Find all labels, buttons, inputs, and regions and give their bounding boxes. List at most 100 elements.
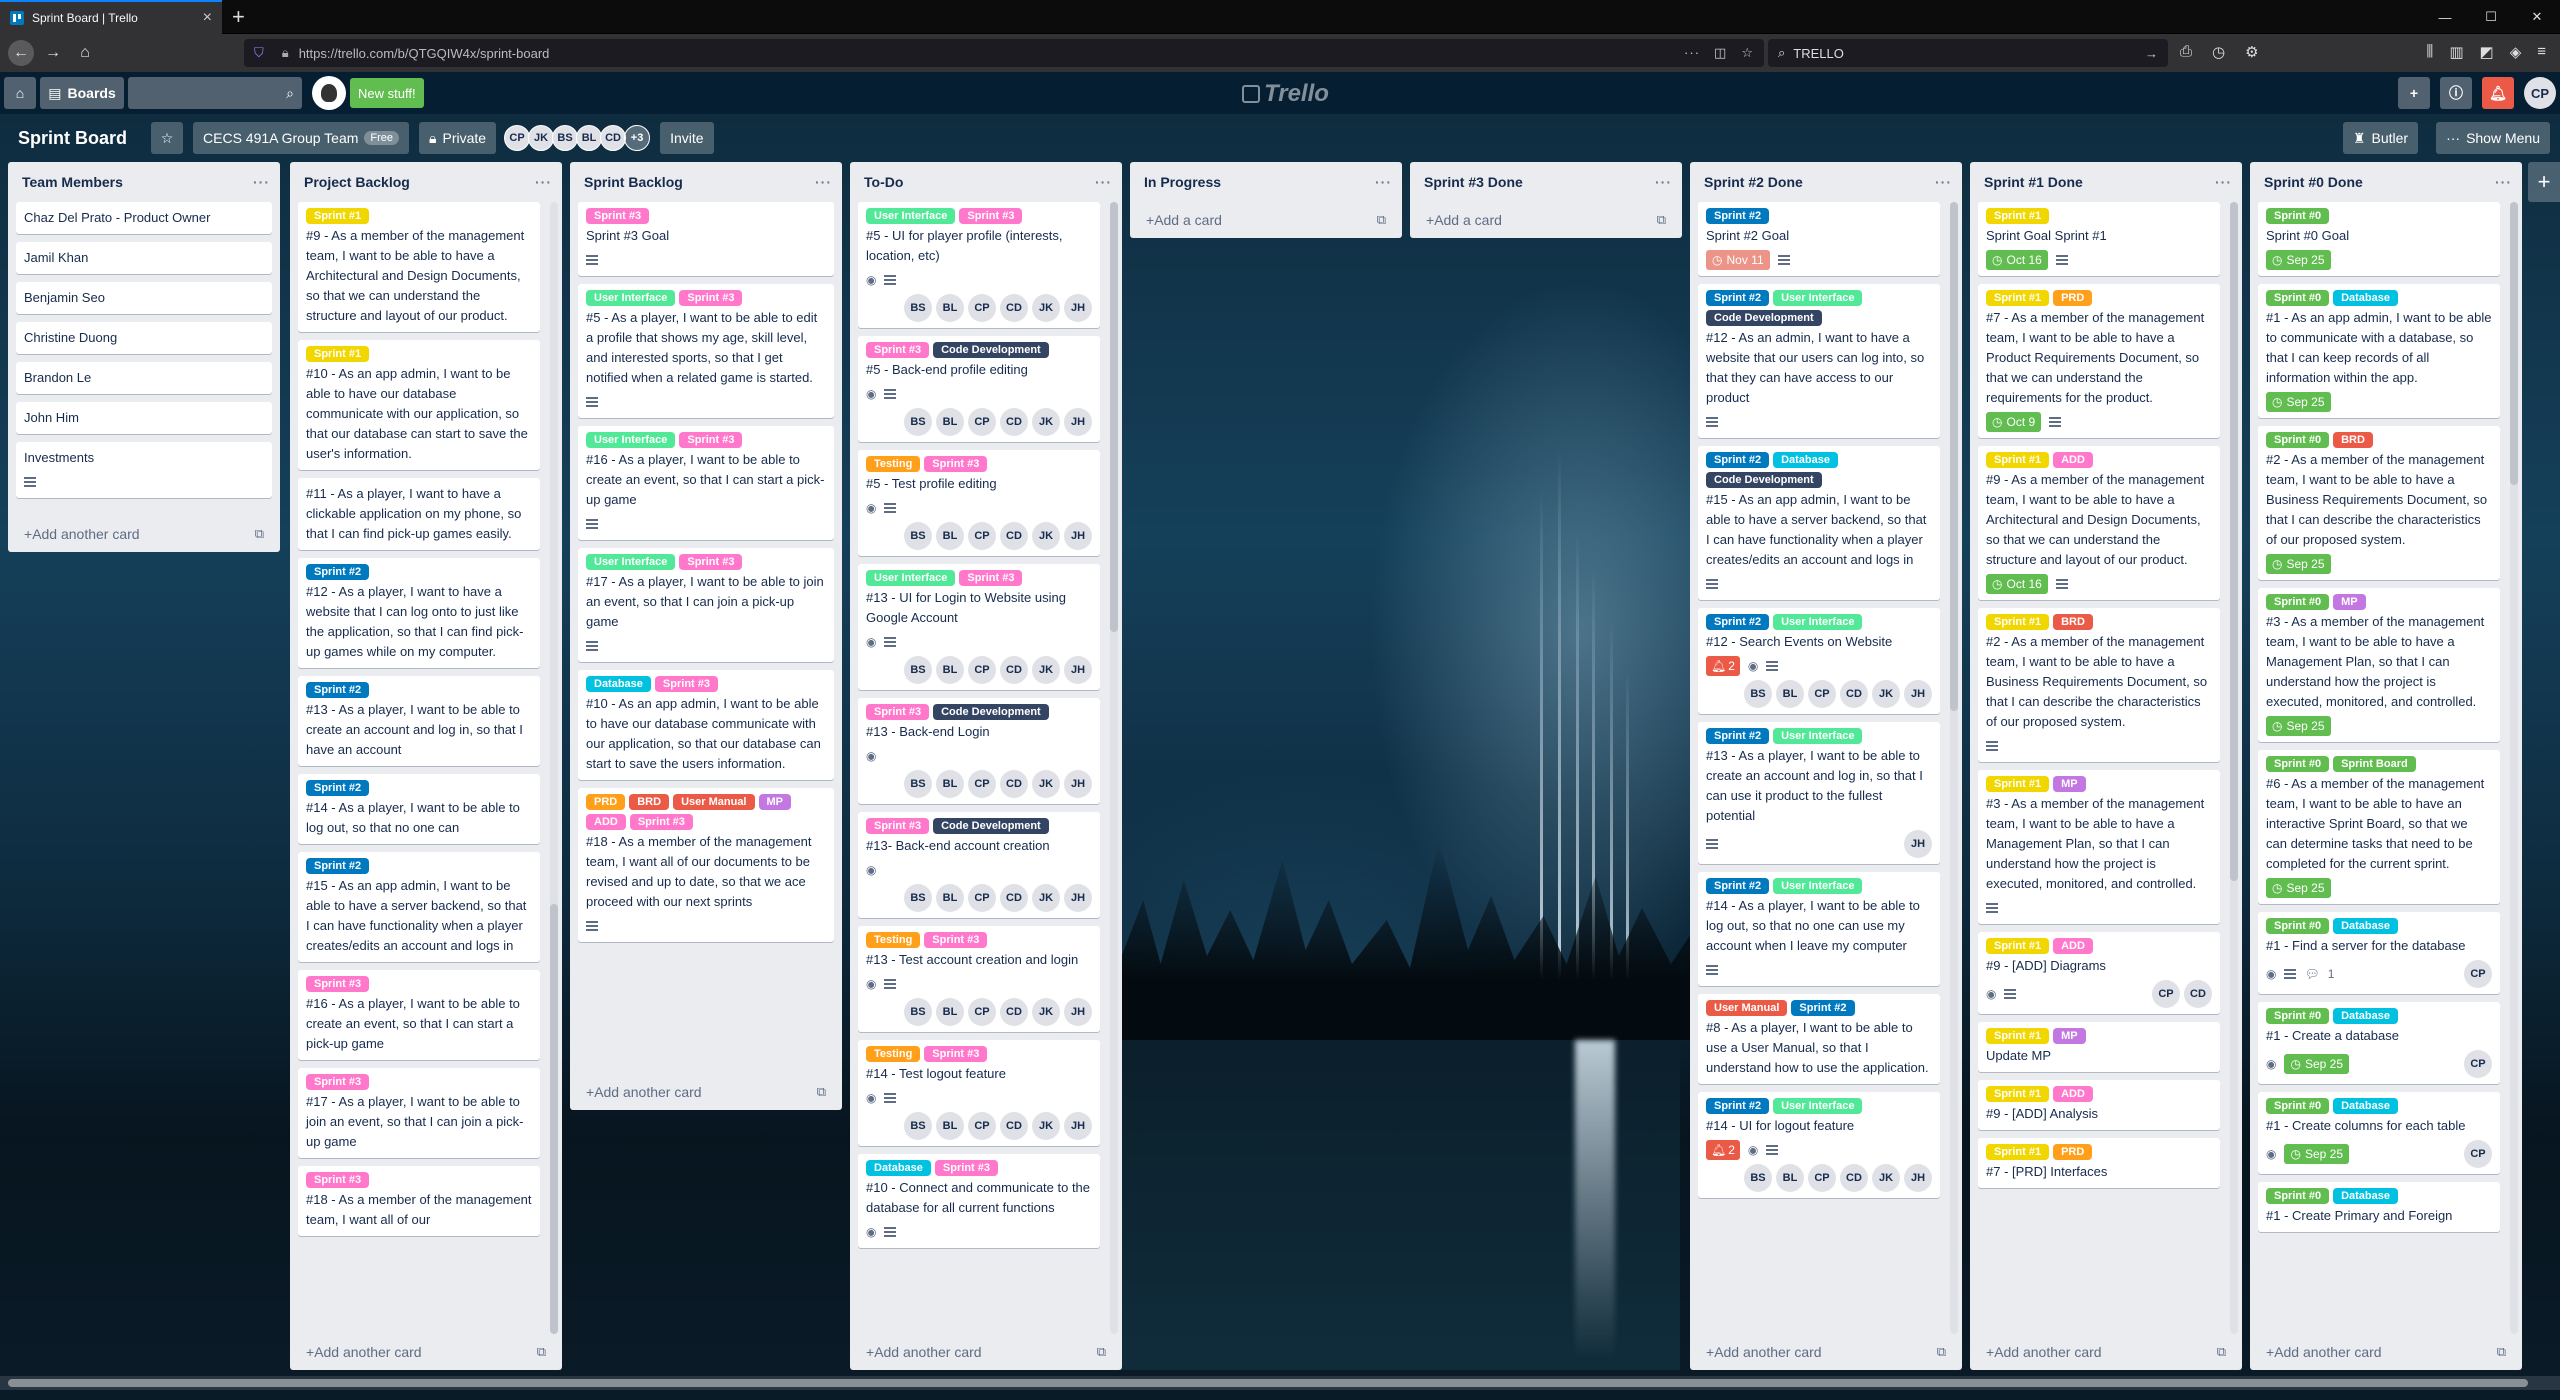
card[interactable]: Sprint #1 MP #3 - As a member of the manag… (1978, 770, 2220, 924)
list-scrollbar[interactable] (1950, 202, 1958, 1334)
list-scrollbar[interactable] (1110, 202, 1118, 1334)
card[interactable]: Sprint #3 #16 - As a player, I want to be… (298, 970, 540, 1060)
extension-icon[interactable]: ◩ (2480, 43, 2494, 61)
header-search-input[interactable]: ⌕ (128, 77, 302, 109)
tracking-shield-icon[interactable]: ⛉ (254, 45, 264, 61)
list-menu-icon[interactable]: ··· (1095, 174, 1112, 190)
card-label[interactable]: Sprint Board (2333, 756, 2416, 772)
card-label[interactable]: Sprint #0 (2266, 1188, 2330, 1204)
card[interactable]: Testing Sprint #3 #14 - Test logout featur… (858, 1040, 1100, 1146)
card-label[interactable]: User Manual (673, 794, 755, 810)
card-label[interactable]: BRD (2053, 614, 2093, 630)
bookmark-star-icon[interactable]: ☆ (1741, 45, 1754, 61)
card-label[interactable]: Sprint #2 (1706, 290, 1770, 306)
due-date-badge[interactable]: ◷ Sep 25 (2266, 392, 2331, 412)
card[interactable]: Christine Duong (16, 322, 272, 354)
home-icon[interactable]: ⌂ (72, 40, 98, 66)
card[interactable]: Sprint #0 Sprint Board #6 - As a member of… (2258, 750, 2500, 904)
team-button[interactable]: CECS 491A Group Team Free (193, 122, 410, 154)
card[interactable]: User Interface Sprint #3 #5 - UI for playe… (858, 202, 1100, 328)
card-label[interactable]: User Interface (586, 432, 676, 448)
card-label[interactable]: Sprint #0 (2266, 756, 2330, 772)
card-member-avatar[interactable]: JH (1904, 680, 1932, 708)
card-member-avatar[interactable]: JH (1064, 884, 1092, 912)
card-label[interactable]: User Interface (1773, 614, 1863, 630)
card-template-icon[interactable]: ⧉ (817, 1084, 826, 1100)
card-member-avatar[interactable]: CD (1000, 408, 1028, 436)
card-label[interactable]: BRD (629, 794, 670, 810)
card[interactable]: Sprint #1 #9 - As a member of the managem… (298, 202, 540, 332)
card-label[interactable]: Database (2333, 290, 2398, 306)
add-card-button[interactable]: + Add a card ⧉ (1410, 202, 1682, 238)
card-label[interactable]: Database (2333, 918, 2398, 934)
card[interactable]: Sprint #0 Database #1 - Create a database ◉… (2258, 1002, 2500, 1084)
card-label[interactable]: Sprint #3 (959, 208, 1023, 224)
list-menu-icon[interactable]: ··· (2495, 174, 2512, 190)
due-date-badge[interactable]: ◷ Sep 25 (2266, 250, 2331, 270)
card-label[interactable]: Sprint #0 (2266, 918, 2330, 934)
card-member-avatar[interactable]: CP (968, 884, 996, 912)
card-label[interactable]: Sprint #0 (2266, 594, 2330, 610)
card-label[interactable]: Sprint #0 (2266, 432, 2330, 448)
notifications-button[interactable]: 🔔︎ (2482, 77, 2514, 109)
card-member-avatar[interactable]: CP (968, 294, 996, 322)
home-button[interactable]: ⌂ (4, 77, 36, 109)
card-label[interactable]: User Interface (866, 208, 956, 224)
list-scrollbar[interactable] (2510, 202, 2518, 1334)
card-label[interactable]: Sprint #3 (866, 342, 930, 358)
card-label[interactable]: Sprint #2 (1706, 728, 1770, 744)
card-label[interactable]: Sprint #3 (934, 1160, 998, 1176)
card[interactable]: Testing Sprint #3 #5 - Test profile editin… (858, 450, 1100, 556)
member-avatar[interactable]: JK (528, 125, 555, 151)
card-label[interactable]: Sprint #2 (1791, 1000, 1855, 1016)
card[interactable]: Sprint #2 User Interface #14 - As a player… (1698, 872, 1940, 986)
card-member-avatar[interactable]: CP (2464, 960, 2492, 988)
new-tab-icon[interactable]: + (232, 4, 245, 30)
url-bar[interactable]: ⛉ 🔒︎ https://trello.com/b/QTGQIW4x/sprin… (244, 39, 1764, 67)
pocket-icon[interactable]: ◫ (1714, 45, 1727, 61)
card-member-avatar[interactable]: CD (1000, 884, 1028, 912)
card-template-icon[interactable]: ⧉ (1377, 212, 1386, 228)
board-title[interactable]: Sprint Board (10, 128, 135, 149)
card-member-avatar[interactable]: CD (1000, 522, 1028, 550)
page-actions-icon[interactable]: ··· (1684, 45, 1700, 61)
card-member-avatar[interactable]: BL (936, 770, 964, 798)
minimize-icon[interactable]: — (2422, 0, 2468, 34)
card[interactable]: Sprint #1 MP Update MP (1978, 1022, 2220, 1072)
card-member-avatar[interactable]: CP (968, 408, 996, 436)
card[interactable]: Sprint #1 ADD #9 - [ADD] Analysis (1978, 1080, 2220, 1130)
window-close-icon[interactable]: ✕ (2514, 0, 2560, 34)
card-member-avatar[interactable]: BS (904, 522, 932, 550)
card[interactable]: Sprint #0 BRD #2 - As a member of the mana… (2258, 426, 2500, 580)
card-label[interactable]: Database (2333, 1008, 2398, 1024)
card-member-avatar[interactable]: JH (1064, 408, 1092, 436)
card-label[interactable]: Sprint #0 (2266, 208, 2330, 224)
card-member-avatar[interactable]: CD (1840, 1164, 1868, 1192)
card-label[interactable]: User Interface (586, 290, 676, 306)
card-label[interactable]: Sprint #0 (2266, 290, 2330, 306)
card[interactable]: Database Sprint #3 #10 - Connect and commu… (858, 1154, 1100, 1248)
card-label[interactable]: ADD (586, 814, 626, 830)
list-menu-icon[interactable]: ··· (535, 174, 552, 190)
card-member-avatar[interactable]: JH (1904, 830, 1932, 858)
card-label[interactable]: Database (2333, 1188, 2398, 1204)
history-icon[interactable]: ◷ (2212, 43, 2225, 61)
more-members-badge[interactable]: +3 (624, 125, 651, 151)
card[interactable]: Sprint #2 Database Code Development #15 - A… (1698, 446, 1940, 600)
card-label[interactable]: ADD (2053, 452, 2093, 468)
card-label[interactable]: Sprint #3 (924, 1046, 988, 1062)
card[interactable]: Sprint #0 Database #1 - As an app admin, I… (2258, 284, 2500, 418)
card-label[interactable]: User Interface (866, 570, 956, 586)
add-card-button[interactable]: + Add another card ⧉ (2250, 1334, 2522, 1370)
card-label[interactable]: Testing (866, 456, 921, 472)
card-member-avatar[interactable]: JH (1064, 294, 1092, 322)
add-list-button[interactable]: + (2528, 162, 2560, 202)
card-template-icon[interactable]: ⧉ (255, 526, 264, 542)
card-label[interactable]: Testing (866, 932, 921, 948)
lock-icon[interactable]: 🔒︎ (282, 45, 289, 61)
card-member-avatar[interactable]: BL (936, 294, 964, 322)
card[interactable]: Sprint #0 Database #1 - Create columns for… (2258, 1092, 2500, 1174)
card-member-avatar[interactable]: CD (1000, 770, 1028, 798)
card[interactable]: Sprint #2 User Interface Code Development #… (1698, 284, 1940, 438)
card-member-avatar[interactable]: BS (904, 884, 932, 912)
